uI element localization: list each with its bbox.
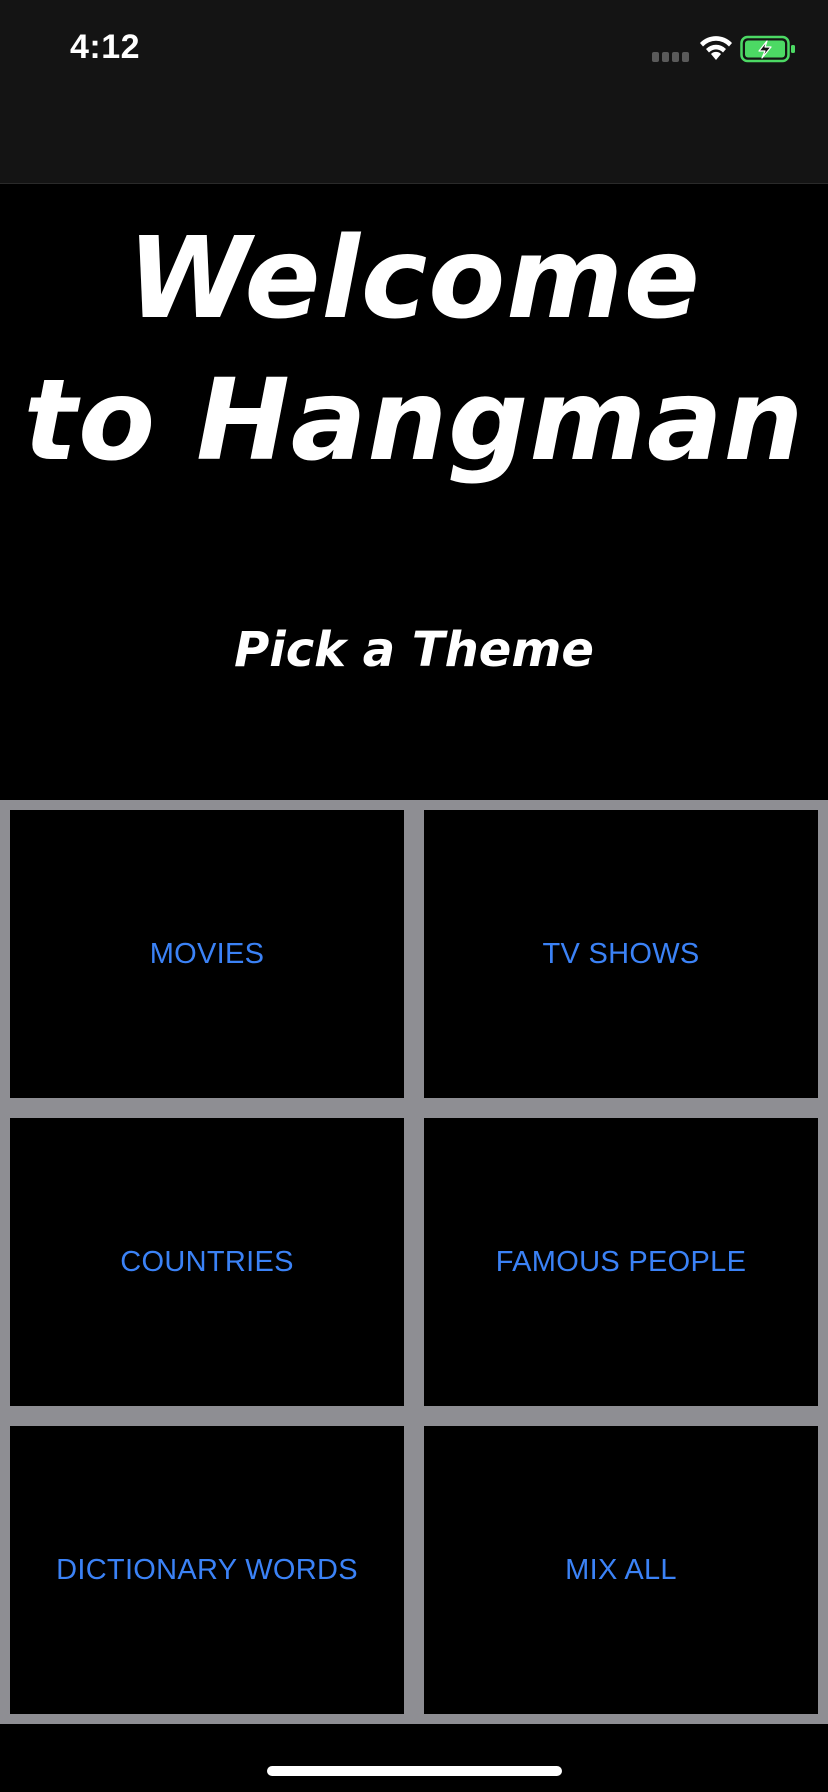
- theme-button-mix-all[interactable]: MIX ALL: [424, 1426, 818, 1714]
- signal-bars-icon: [652, 52, 689, 62]
- theme-button-movies[interactable]: MOVIES: [10, 810, 404, 1098]
- theme-grid: MOVIES TV SHOWS COUNTRIES FAMOUS PEOPLE …: [0, 800, 828, 1724]
- theme-button-tv-shows[interactable]: TV SHOWS: [424, 810, 818, 1098]
- battery-charging-icon: [740, 35, 795, 63]
- home-indicator[interactable]: [267, 1766, 562, 1776]
- title-line-1: Welcome: [127, 214, 701, 344]
- theme-button-countries[interactable]: COUNTRIES: [10, 1118, 404, 1406]
- status-bar: 4:12: [0, 0, 828, 184]
- page-subtitle: Pick a Theme: [234, 622, 594, 678]
- title-line-2: to Hangman: [23, 356, 805, 486]
- status-time: 4:12: [70, 28, 141, 66]
- theme-button-dictionary-words[interactable]: DICTIONARY WORDS: [10, 1426, 404, 1714]
- wifi-icon: [700, 36, 732, 60]
- page-title: Welcome to Hangman: [0, 208, 828, 492]
- theme-button-famous-people[interactable]: FAMOUS PEOPLE: [424, 1118, 818, 1406]
